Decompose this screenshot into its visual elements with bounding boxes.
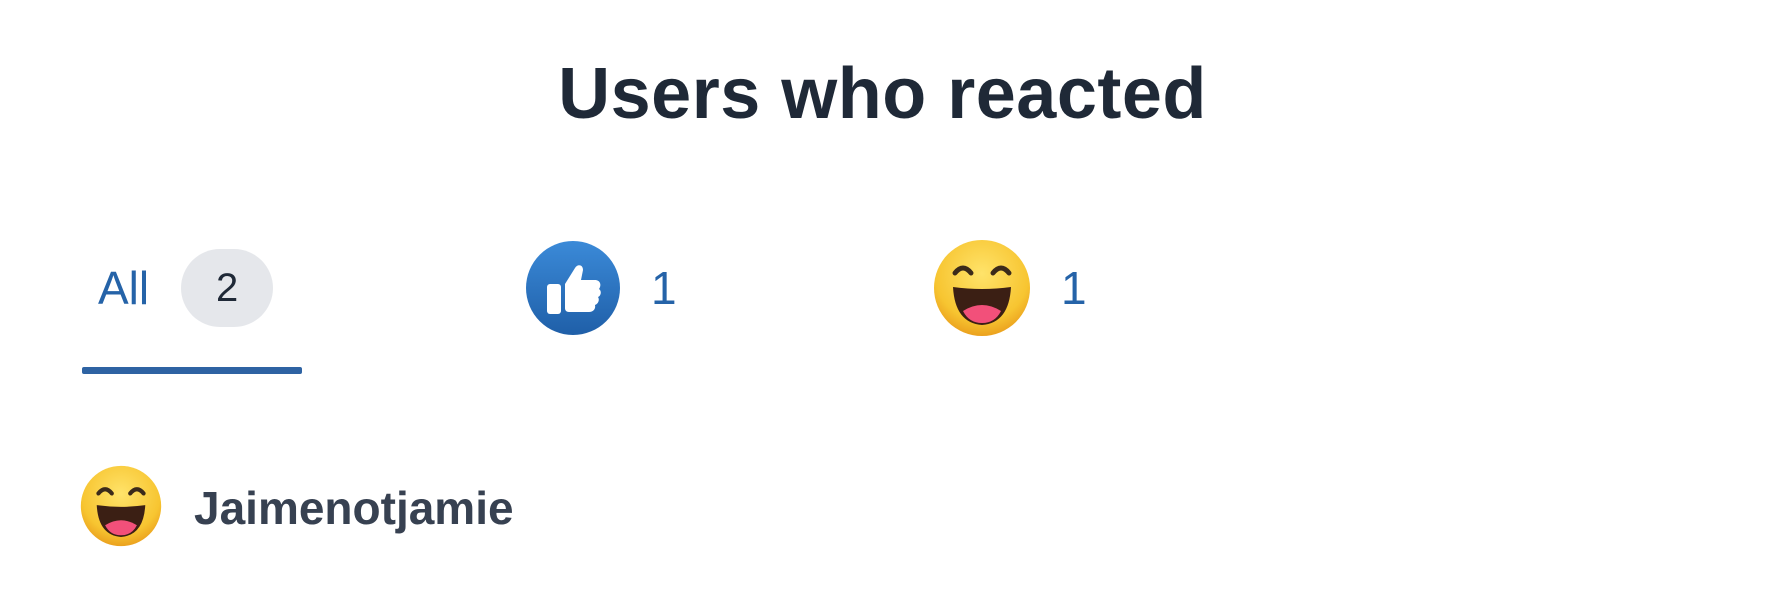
tab-all-label: All bbox=[98, 262, 150, 314]
active-tab-indicator bbox=[82, 367, 302, 374]
tab-all[interactable]: All 2 bbox=[98, 238, 274, 338]
laughing-face-icon bbox=[80, 465, 162, 552]
tab-haha[interactable]: 1 bbox=[933, 238, 1087, 338]
thumbs-up-icon bbox=[525, 240, 621, 336]
user-name[interactable]: Jaimenotjamie bbox=[194, 481, 514, 535]
user-list-item[interactable]: Jaimenotjamie bbox=[80, 465, 514, 552]
reaction-tabs: All 2 1 1 bbox=[0, 238, 1765, 378]
tab-haha-count: 1 bbox=[1061, 262, 1087, 314]
laughing-face-icon bbox=[933, 239, 1031, 337]
tab-all-count-badge: 2 bbox=[181, 249, 274, 327]
dialog-title: Users who reacted bbox=[558, 54, 1207, 134]
tab-like[interactable]: 1 bbox=[525, 238, 677, 338]
tab-like-count: 1 bbox=[651, 262, 677, 314]
